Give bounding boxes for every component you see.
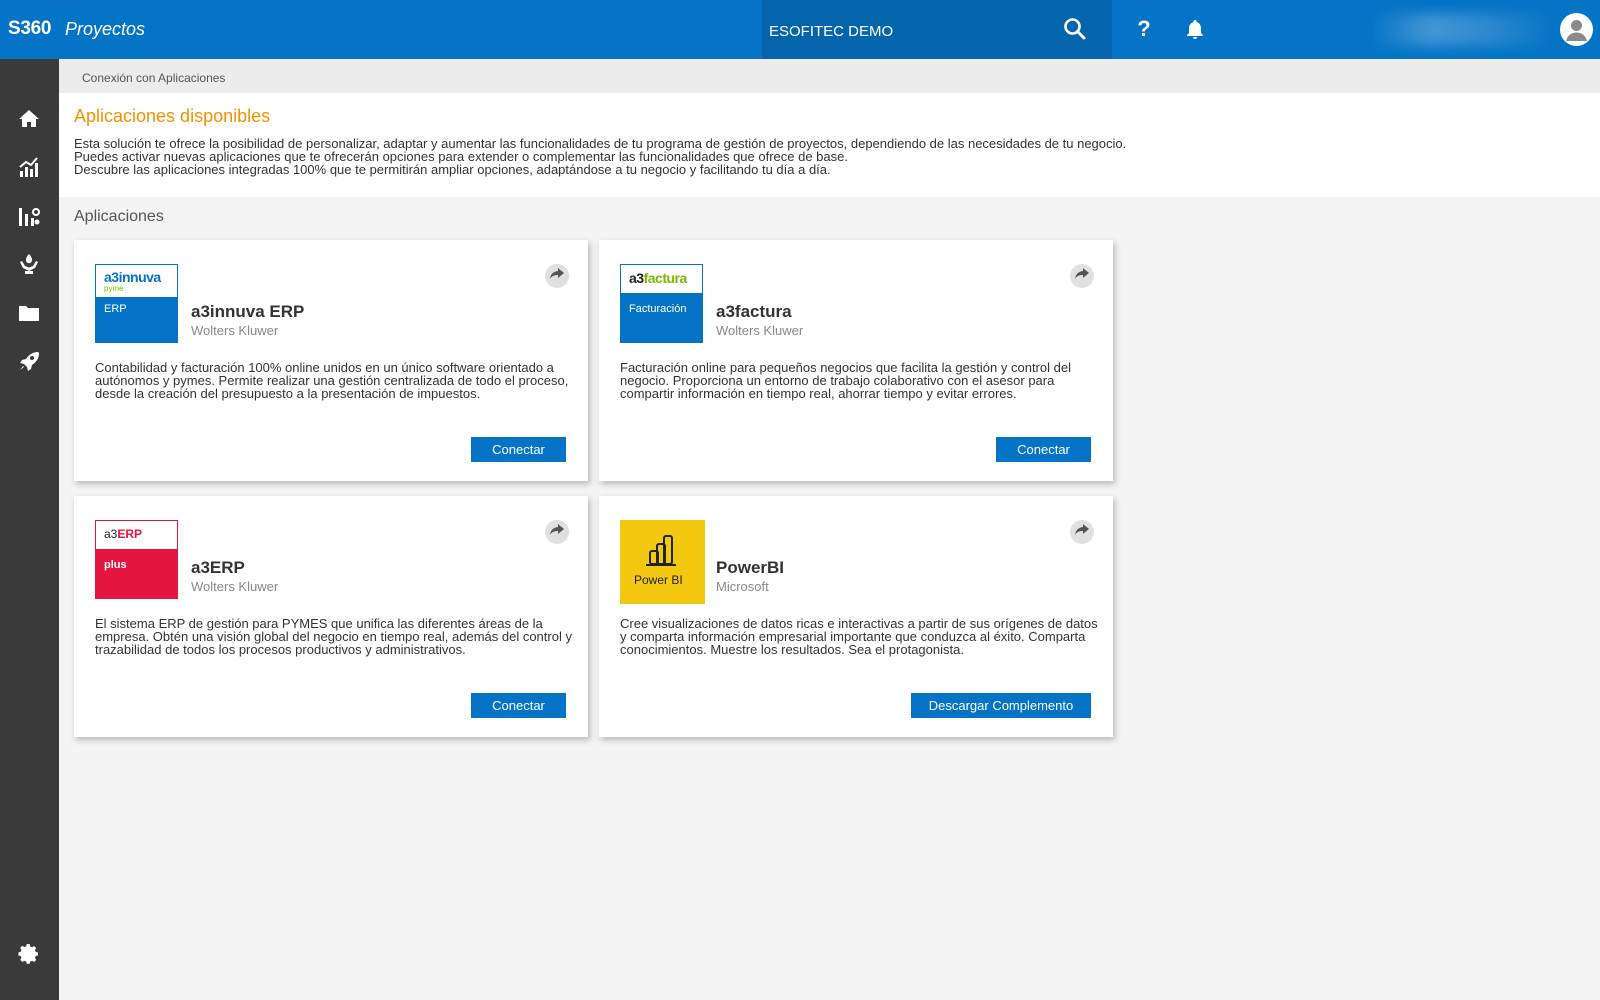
breadcrumb[interactable]: Conexión con Aplicaciones — [82, 71, 225, 85]
brand-logo[interactable]: S360 — [8, 18, 51, 40]
app-name: a3ERP — [191, 558, 245, 577]
section-title: Aplicaciones — [74, 208, 164, 225]
page-title: Aplicaciones disponibles — [74, 106, 271, 126]
a3erp-logo: a3ERP plus — [95, 520, 178, 599]
folder-icon[interactable] — [17, 301, 41, 325]
company-selector[interactable]: ESOFITEC DEMO — [762, 0, 1112, 59]
user-name-blurred — [1370, 14, 1555, 46]
powerbi-logo: Power BI — [620, 520, 705, 604]
chart-icon[interactable] — [17, 155, 41, 179]
connect-button[interactable]: Conectar — [996, 437, 1091, 462]
top-bar: S360 Proyectos ESOFITEC DEMO ? — [0, 0, 1600, 59]
app-description: Facturación online para pequeños negocio… — [620, 360, 1071, 401]
gear-icon[interactable] — [17, 942, 41, 966]
search-icon[interactable] — [1062, 16, 1088, 42]
sidebar — [0, 59, 59, 1000]
app-card-a3factura: a3factura Facturación a3factura Wolters … — [599, 240, 1113, 481]
app-card-a3innuva: a3innuva pyme ERP a3innuva ERP Wolters K… — [74, 240, 588, 481]
home-icon[interactable] — [17, 107, 41, 131]
app-card-a3erp: a3ERP plus a3ERP Wolters Kluwer El siste… — [74, 496, 588, 737]
download-addin-button[interactable]: Descargar Complemento — [911, 693, 1091, 718]
product-name: Proyectos — [65, 19, 146, 39]
app-vendor: Wolters Kluwer — [191, 579, 279, 594]
app-name: a3innuva ERP — [191, 302, 305, 321]
hands-icon[interactable] — [17, 252, 41, 276]
intro-line: Descubre las aplicaciones integradas 100… — [74, 162, 831, 177]
bell-icon[interactable] — [1183, 18, 1207, 42]
app-description: El sistema ERP de gestión para PYMES que… — [95, 616, 572, 657]
app-name: PowerBI — [716, 558, 785, 577]
share-icon[interactable] — [545, 520, 569, 544]
app-vendor: Wolters Kluwer — [716, 323, 804, 338]
avatar[interactable] — [1560, 13, 1593, 46]
share-icon[interactable] — [545, 264, 569, 288]
a3factura-logo: a3factura Facturación — [620, 264, 703, 343]
connect-button[interactable]: Conectar — [471, 437, 566, 462]
rocket-icon[interactable] — [17, 349, 41, 373]
app-vendor: Wolters Kluwer — [191, 323, 279, 338]
breadcrumb-bar: Conexión con Aplicaciones — [59, 59, 1600, 93]
app-description: Contabilidad y facturación 100% online u… — [95, 360, 569, 401]
connect-button[interactable]: Conectar — [471, 693, 566, 718]
analytics-icon[interactable] — [17, 204, 41, 228]
app-description: Cree visualizaciones de datos ricas e in… — [620, 616, 1098, 657]
company-name: ESOFITEC DEMO — [769, 23, 894, 40]
app-name: a3factura — [716, 302, 792, 321]
share-icon[interactable] — [1070, 264, 1094, 288]
intro-text: Esta solución te ofrece la posibilidad d… — [74, 137, 1274, 176]
a3innuva-logo: a3innuva pyme ERP — [95, 264, 178, 343]
share-icon[interactable] — [1070, 520, 1094, 544]
app-vendor: Microsoft — [716, 579, 769, 594]
intro-panel: Aplicaciones disponibles Esta solución t… — [59, 93, 1600, 197]
app-card-powerbi: Power BI PowerBI Microsoft Cree visualiz… — [599, 496, 1113, 737]
help-icon[interactable]: ? — [1132, 16, 1156, 42]
